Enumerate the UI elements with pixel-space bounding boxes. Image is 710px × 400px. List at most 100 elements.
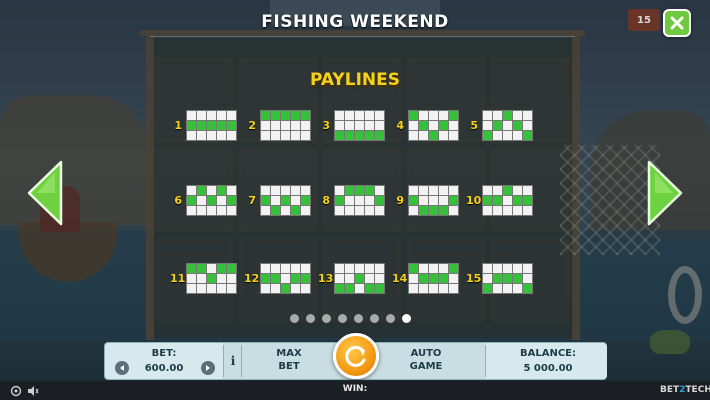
page-dot[interactable]	[370, 314, 379, 323]
page-indicator	[290, 314, 411, 323]
payline-cell	[429, 111, 438, 120]
payline-pattern	[408, 110, 459, 141]
payline-cell	[271, 121, 280, 130]
payline-number: 4	[396, 119, 404, 132]
payline-cell	[439, 186, 448, 195]
page-dot[interactable]	[386, 314, 395, 323]
payline-pattern	[260, 110, 311, 141]
payline-cell	[345, 274, 354, 283]
auto-game-button[interactable]: AUTO GAME	[390, 347, 462, 373]
payline-number: 15	[466, 272, 482, 285]
payline-cell-active	[523, 196, 532, 205]
payline-cell-active	[503, 274, 512, 283]
payline-number: 14	[392, 272, 408, 285]
payline-3: 3	[318, 110, 385, 141]
payline-cell-active	[449, 111, 458, 120]
payline-cell	[409, 274, 418, 283]
payline-cell-active	[217, 264, 226, 273]
page-dot[interactable]	[354, 314, 363, 323]
payline-cell	[207, 111, 216, 120]
arrow-left-icon[interactable]	[25, 158, 63, 228]
info-button[interactable]: i	[226, 344, 240, 378]
payline-cell	[429, 264, 438, 273]
payline-cell	[291, 196, 300, 205]
payline-2: 2	[244, 110, 311, 141]
payline-cell-active	[217, 186, 226, 195]
payline-cell	[355, 196, 364, 205]
page-dot[interactable]	[402, 314, 411, 323]
payline-cell	[281, 121, 290, 130]
title-divider	[150, 36, 575, 37]
payline-cell	[493, 186, 502, 195]
payline-cell	[217, 206, 226, 215]
payline-cell	[483, 206, 492, 215]
payline-cell-active	[227, 264, 236, 273]
payline-cell-active	[345, 131, 354, 140]
spin-button[interactable]	[333, 333, 379, 379]
brand-suffix: TECH	[685, 385, 710, 395]
payline-pattern	[334, 110, 385, 141]
payline-cell	[301, 284, 310, 293]
arrow-right-icon[interactable]	[647, 158, 685, 228]
payline-cell	[281, 186, 290, 195]
payline-cell-active	[335, 196, 344, 205]
payline-cell	[523, 264, 532, 273]
payline-cell-active	[281, 196, 290, 205]
payline-cell	[281, 274, 290, 283]
payline-cell	[439, 284, 448, 293]
payline-cell	[291, 121, 300, 130]
payline-number: 12	[244, 272, 260, 285]
payline-cell-active	[439, 121, 448, 130]
payline-cell	[281, 131, 290, 140]
payline-cell	[187, 206, 196, 215]
page-dot[interactable]	[290, 314, 299, 323]
divider	[241, 345, 242, 377]
page-dot[interactable]	[322, 314, 331, 323]
payline-cell	[271, 131, 280, 140]
payline-cell-active	[419, 206, 428, 215]
payline-cell	[281, 264, 290, 273]
payline-cell-active	[345, 186, 354, 195]
payline-cell	[493, 111, 502, 120]
page-dot[interactable]	[306, 314, 315, 323]
payline-number: 5	[470, 119, 478, 132]
payline-cell	[449, 131, 458, 140]
page-dot[interactable]	[338, 314, 347, 323]
payline-number: 2	[248, 119, 256, 132]
payline-cell-active	[335, 284, 344, 293]
payline-cell	[261, 121, 270, 130]
plus-icon	[206, 365, 210, 371]
payline-number: 9	[396, 194, 404, 207]
payline-cell	[197, 196, 206, 205]
payline-cell-active	[375, 131, 384, 140]
max-bet-button[interactable]: MAX BET	[255, 347, 323, 373]
payline-cell	[197, 284, 206, 293]
payline-cell	[419, 264, 428, 273]
payline-cell	[429, 284, 438, 293]
payline-cell	[523, 111, 532, 120]
payline-cell	[197, 111, 206, 120]
payline-cell	[483, 264, 492, 273]
payline-cell	[483, 111, 492, 120]
payline-cell	[217, 196, 226, 205]
bet-increase-button[interactable]	[201, 361, 215, 375]
payline-cell	[449, 284, 458, 293]
payline-cell-active	[207, 274, 216, 283]
payline-cell	[345, 264, 354, 273]
brand-prefix: BET	[660, 385, 680, 395]
payline-13: 13	[318, 263, 385, 294]
payline-cell	[271, 284, 280, 293]
payline-cell-active	[523, 131, 532, 140]
payline-cell	[503, 264, 512, 273]
payline-11: 11	[170, 263, 237, 294]
payline-cell-active	[281, 111, 290, 120]
payline-cell-active	[271, 206, 280, 215]
bet-decrease-button[interactable]	[115, 361, 129, 375]
payline-cell	[449, 121, 458, 130]
divider	[485, 345, 486, 377]
payline-cell	[365, 274, 374, 283]
payline-cell	[439, 196, 448, 205]
balance-value: 5 000.00	[523, 363, 573, 374]
close-button[interactable]	[663, 9, 691, 37]
payline-cell	[207, 206, 216, 215]
